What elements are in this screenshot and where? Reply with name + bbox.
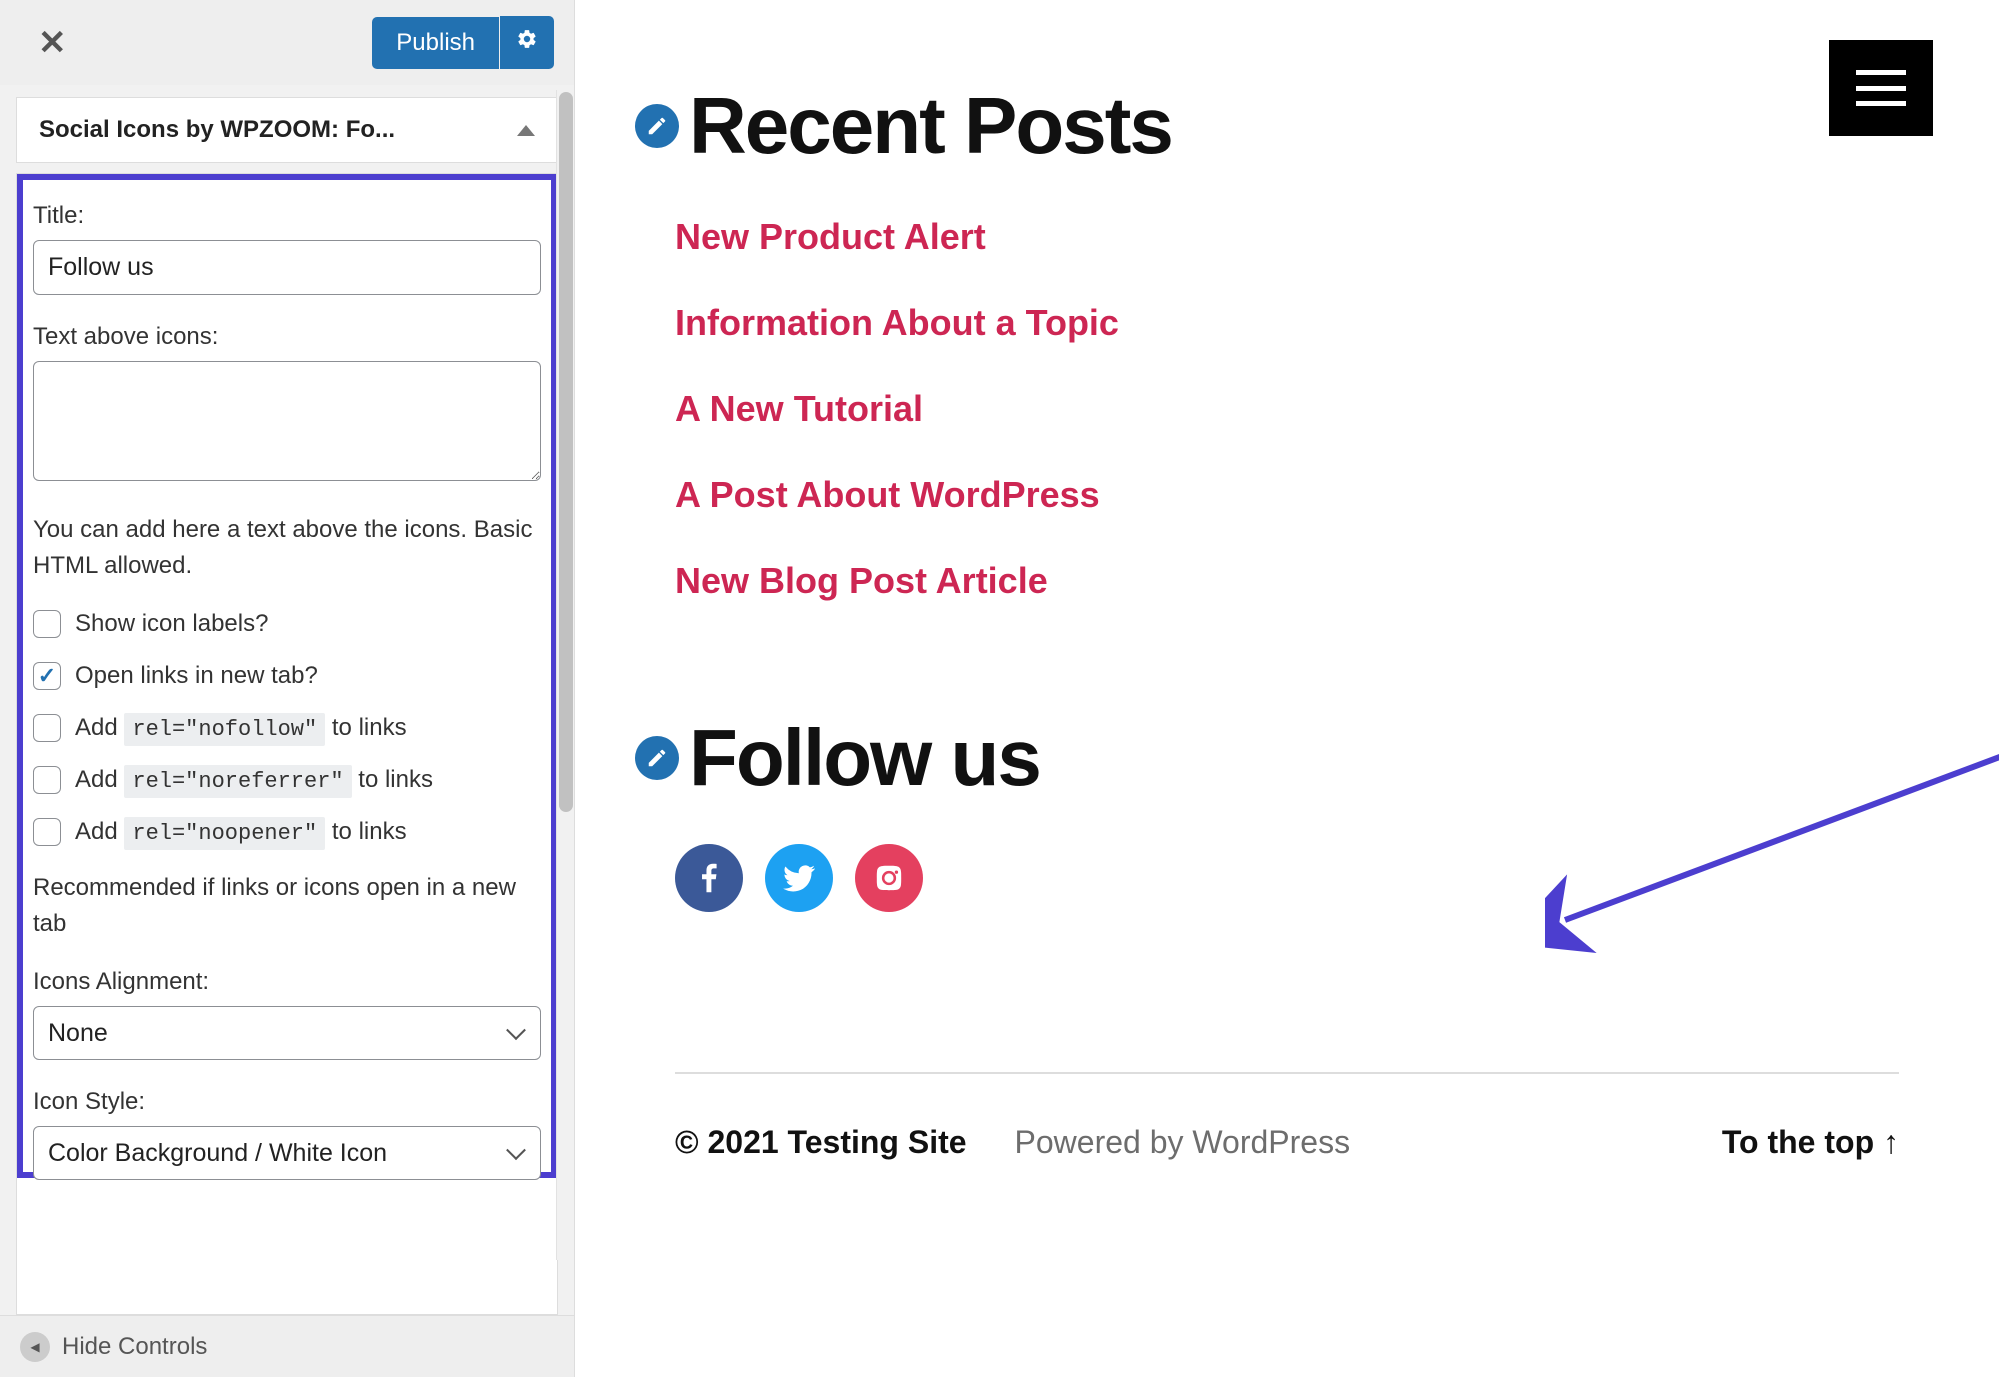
footer-divider bbox=[675, 1072, 1899, 1074]
post-link[interactable]: New Product Alert bbox=[675, 216, 986, 257]
instagram-icon[interactable] bbox=[855, 844, 923, 912]
style-select[interactable]: Color Background / White Icon bbox=[33, 1126, 541, 1180]
show-labels-label: Show icon labels? bbox=[75, 610, 268, 638]
alignment-select[interactable]: None bbox=[33, 1006, 541, 1060]
hamburger-icon bbox=[1856, 70, 1906, 106]
post-link[interactable]: New Blog Post Article bbox=[675, 560, 1048, 601]
sidebar-footer: Hide Controls bbox=[0, 1315, 574, 1377]
noreferrer-row[interactable]: Add rel="noreferrer" to links bbox=[33, 766, 541, 794]
post-link[interactable]: A New Tutorial bbox=[675, 388, 923, 429]
to-top-link[interactable]: To the top ↑ bbox=[1722, 1124, 1899, 1161]
noopener-row[interactable]: Add rel="noopener" to links bbox=[33, 818, 541, 846]
title-input[interactable] bbox=[33, 240, 541, 295]
widget-accordion-header[interactable]: Social Icons by WPZOOM: Fo... bbox=[16, 97, 558, 163]
gear-icon bbox=[516, 28, 538, 50]
title-label: Title: bbox=[33, 202, 541, 230]
hide-controls-link[interactable]: Hide Controls bbox=[62, 1333, 207, 1361]
site-preview: Recent Posts New Product Alert Informati… bbox=[575, 0, 1999, 1377]
recent-posts-list: New Product Alert Information About a To… bbox=[675, 216, 1939, 602]
widget-accordion-title: Social Icons by WPZOOM: Fo... bbox=[39, 116, 395, 144]
follow-us-heading: Follow us bbox=[689, 712, 1040, 804]
widget-panel: Title: Text above icons: You can add her… bbox=[16, 173, 558, 1315]
show-labels-checkbox[interactable] bbox=[33, 610, 61, 638]
preview-footer: © 2021 Testing Site Powered by WordPress… bbox=[635, 1124, 1939, 1161]
edit-widget-button[interactable] bbox=[635, 736, 679, 780]
scrollbar-thumb[interactable] bbox=[559, 92, 573, 812]
hamburger-menu-button[interactable] bbox=[1829, 40, 1933, 136]
new-tab-row[interactable]: Open links in new tab? bbox=[33, 662, 541, 690]
scrollbar-track[interactable] bbox=[556, 90, 574, 1260]
new-tab-label: Open links in new tab? bbox=[75, 662, 318, 690]
facebook-icon[interactable] bbox=[675, 844, 743, 912]
pencil-icon bbox=[646, 747, 668, 769]
sidebar-top-bar: ✕ Publish bbox=[0, 0, 574, 85]
nofollow-code: rel="nofollow" bbox=[124, 713, 325, 746]
powered-by-text: Powered by WordPress bbox=[1015, 1124, 1351, 1161]
post-link[interactable]: A Post About WordPress bbox=[675, 474, 1100, 515]
nofollow-checkbox[interactable] bbox=[33, 714, 61, 742]
style-label: Icon Style: bbox=[33, 1088, 541, 1116]
help-text: You can add here a text above the icons.… bbox=[33, 512, 541, 584]
customizer-sidebar: ✕ Publish Social Icons by WPZOOM: Fo... … bbox=[0, 0, 575, 1377]
noopener-checkbox[interactable] bbox=[33, 818, 61, 846]
post-link[interactable]: Information About a Topic bbox=[675, 302, 1119, 343]
text-above-label: Text above icons: bbox=[33, 323, 541, 351]
text-above-textarea[interactable] bbox=[33, 361, 541, 481]
alignment-label: Icons Alignment: bbox=[33, 968, 541, 996]
close-icon[interactable]: ✕ bbox=[20, 15, 85, 71]
chevron-up-icon bbox=[517, 125, 535, 136]
copyright-text: © 2021 Testing Site bbox=[675, 1124, 967, 1161]
settings-button[interactable] bbox=[500, 16, 554, 69]
nofollow-row[interactable]: Add rel="nofollow" to links bbox=[33, 714, 541, 742]
edit-widget-button[interactable] bbox=[635, 104, 679, 148]
publish-button[interactable]: Publish bbox=[372, 17, 499, 69]
show-labels-row[interactable]: Show icon labels? bbox=[33, 610, 541, 638]
noreferrer-checkbox[interactable] bbox=[33, 766, 61, 794]
pencil-icon bbox=[646, 115, 668, 137]
recommended-text: Recommended if links or icons open in a … bbox=[33, 870, 541, 942]
twitter-icon[interactable] bbox=[765, 844, 833, 912]
new-tab-checkbox[interactable] bbox=[33, 662, 61, 690]
social-icons-row bbox=[675, 844, 1939, 912]
collapse-icon[interactable] bbox=[20, 1332, 50, 1362]
noopener-code: rel="noopener" bbox=[124, 817, 325, 850]
recent-posts-heading: Recent Posts bbox=[689, 80, 1172, 172]
noreferrer-code: rel="noreferrer" bbox=[124, 765, 351, 798]
